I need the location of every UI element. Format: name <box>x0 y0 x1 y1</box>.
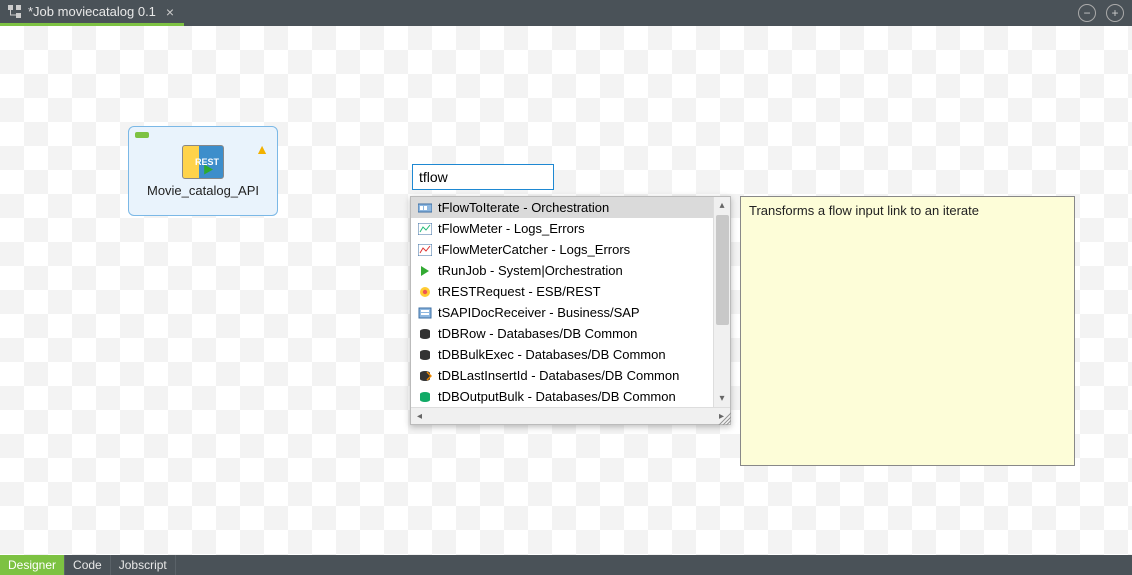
palette-item[interactable]: tDBOutputBulk - Databases/DB Common <box>411 386 730 407</box>
scroll-down-arrow[interactable]: ▾ <box>714 390 730 407</box>
palette-item[interactable]: tSAPIDocReceiver - Business/SAP <box>411 302 730 323</box>
palette-item[interactable]: tDBLastInsertId - Databases/DB Common <box>411 365 730 386</box>
warning-icon: ▲ <box>255 141 269 157</box>
tab-designer[interactable]: Designer <box>0 555 65 575</box>
design-canvas[interactable]: ▲ REST Movie_catalog_API tFlowToIterate … <box>0 26 1132 555</box>
scroll-left-arrow[interactable]: ◂ <box>411 408 428 425</box>
minimize-icon[interactable]: − <box>1078 4 1096 22</box>
vertical-scrollbar[interactable]: ▴ ▾ <box>713 197 730 407</box>
rest-badge: REST <box>195 157 219 167</box>
palette-item-label: tRESTRequest - ESB/REST <box>438 284 601 299</box>
palette-item-label: tSAPIDocReceiver - Business/SAP <box>438 305 640 320</box>
title-bar-right: − + <box>1078 0 1124 26</box>
component-icon <box>417 221 432 236</box>
palette-item-label: tFlowToIterate - Orchestration <box>438 200 609 215</box>
palette-item-label: tRunJob - System|Orchestration <box>438 263 623 278</box>
palette-dropdown: tFlowToIterate - Orchestration tFlowMete… <box>410 196 731 425</box>
component-icon <box>417 305 432 320</box>
palette-item-label: tDBRow - Databases/DB Common <box>438 326 637 341</box>
palette-list: tFlowToIterate - Orchestration tFlowMete… <box>411 197 730 407</box>
maximize-icon[interactable]: + <box>1106 4 1124 22</box>
palette-item-label: tFlowMeter - Logs_Errors <box>438 221 585 236</box>
palette-item[interactable]: tRESTRequest - ESB/REST <box>411 281 730 302</box>
palette-item-label: tDBBulkExec - Databases/DB Common <box>438 347 666 362</box>
bottom-tab-bar: Designer Code Jobscript <box>0 555 1132 575</box>
node-status-indicator <box>135 132 149 138</box>
tab-code[interactable]: Code <box>65 555 111 575</box>
tooltip-text: Transforms a flow input link to an itera… <box>749 203 979 218</box>
component-icon <box>417 263 432 278</box>
component-icon <box>417 284 432 299</box>
job-tree-icon <box>8 5 22 19</box>
palette-item[interactable]: tDBRow - Databases/DB Common <box>411 323 730 344</box>
horizontal-scrollbar[interactable]: ◂ ▸ <box>411 407 730 424</box>
component-icon <box>417 200 432 215</box>
close-icon[interactable]: × <box>162 4 178 20</box>
palette-item[interactable]: tFlowMeterCatcher - Logs_Errors <box>411 239 730 260</box>
component-icon <box>417 347 432 362</box>
component-icon <box>417 326 432 341</box>
palette-item[interactable]: tFlowToIterate - Orchestration <box>411 197 730 218</box>
description-tooltip: Transforms a flow input link to an itera… <box>740 196 1075 466</box>
palette-item[interactable]: tDBBulkExec - Databases/DB Common <box>411 344 730 365</box>
scroll-up-arrow[interactable]: ▴ <box>714 197 730 214</box>
palette-item-label: tFlowMeterCatcher - Logs_Errors <box>438 242 630 257</box>
editor-tab[interactable]: *Job moviecatalog 0.1 × <box>0 0 184 26</box>
component-icon <box>417 389 432 404</box>
component-node-rest[interactable]: ▲ REST Movie_catalog_API <box>128 126 278 216</box>
palette-search-input[interactable] <box>412 164 554 190</box>
tab-jobscript[interactable]: Jobscript <box>111 555 176 575</box>
rest-component-icon: REST <box>182 145 224 179</box>
palette-item-label: tDBLastInsertId - Databases/DB Common <box>438 368 679 383</box>
title-bar: *Job moviecatalog 0.1 × − + <box>0 0 1132 26</box>
component-icon <box>417 242 432 257</box>
component-label: Movie_catalog_API <box>147 183 259 198</box>
palette-item[interactable]: tRunJob - System|Orchestration <box>411 260 730 281</box>
scroll-thumb[interactable] <box>716 215 729 325</box>
component-icon <box>417 368 432 383</box>
resize-grip-icon[interactable] <box>715 409 731 425</box>
editor-tab-title: *Job moviecatalog 0.1 <box>28 4 156 19</box>
palette-item-label: tDBOutputBulk - Databases/DB Common <box>438 389 676 404</box>
palette-item[interactable]: tFlowMeter - Logs_Errors <box>411 218 730 239</box>
